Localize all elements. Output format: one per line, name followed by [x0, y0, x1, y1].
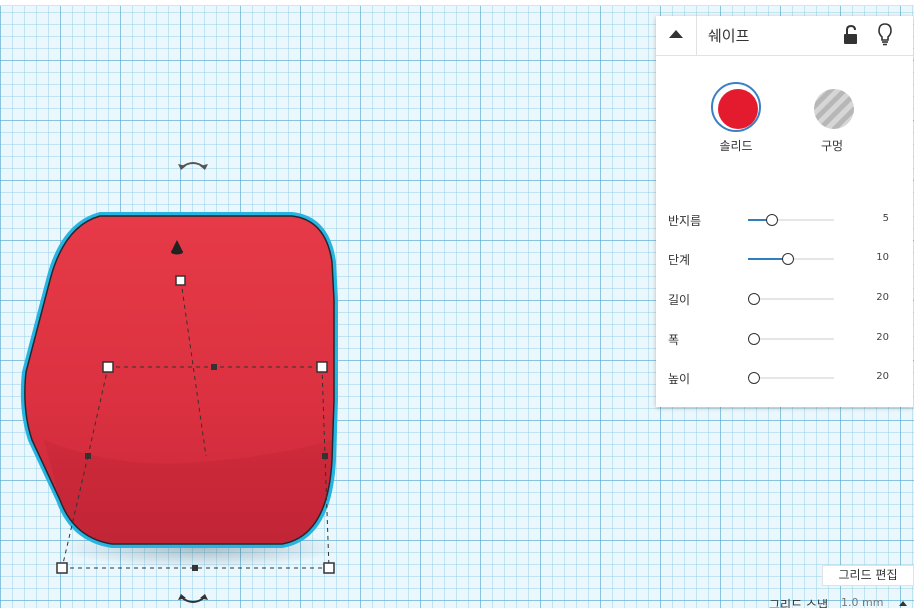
height-slider[interactable]	[748, 372, 834, 384]
triangle-up-icon	[669, 30, 683, 38]
caret-up-icon	[899, 601, 907, 606]
snap-grid-label: 그리드 스냅	[769, 598, 829, 608]
rotate-handle-bottom-icon[interactable]	[178, 594, 208, 603]
shape-properties-panel: 쉐이프 솔리드 구멍 반지름 5 단계 10 길이 20 폭 20 높이 20	[656, 16, 913, 407]
param-value[interactable]: 20	[876, 332, 889, 343]
hole-swatch	[814, 89, 854, 129]
width-slider[interactable]	[748, 333, 834, 345]
length-slider[interactable]	[748, 293, 834, 305]
snap-grid-select[interactable]: 1.0 mm	[841, 596, 913, 608]
panel-header: 쉐이프	[656, 16, 913, 56]
param-label: 길이	[668, 293, 691, 307]
top-center-handle[interactable]	[175, 275, 186, 286]
param-row-height: 높이 20	[656, 368, 913, 388]
hole-button[interactable]: 구멍	[806, 81, 858, 153]
param-value[interactable]: 10	[876, 252, 889, 263]
edge-handle-front[interactable]	[192, 565, 198, 571]
hole-ring	[807, 82, 857, 132]
param-value[interactable]: 5	[883, 213, 889, 224]
param-value[interactable]: 20	[876, 292, 889, 303]
param-row-width: 폭 20	[656, 329, 913, 349]
panel-title: 쉐이프	[708, 27, 750, 45]
edge-handle-left[interactable]	[85, 453, 91, 459]
lock-open-icon[interactable]	[842, 24, 860, 46]
param-value[interactable]: 20	[876, 371, 889, 382]
rotate-handle-top-icon[interactable]	[178, 162, 208, 170]
slider-knob[interactable]	[748, 293, 760, 305]
slider-knob[interactable]	[766, 214, 778, 226]
solid-label: 솔리드	[719, 139, 753, 153]
param-label: 폭	[668, 333, 680, 347]
solid-button[interactable]: 솔리드	[710, 81, 762, 153]
param-row-radius: 반지름 5	[656, 210, 913, 230]
slider-knob[interactable]	[748, 333, 760, 345]
param-label: 높이	[668, 372, 691, 386]
viewport-scene	[20, 162, 340, 603]
corner-handle-front-right[interactable]	[323, 562, 335, 574]
param-row-length: 길이 20	[656, 289, 913, 309]
solid-color-swatch	[718, 89, 758, 129]
snap-grid-value: 1.0 mm	[841, 596, 884, 608]
param-label: 단계	[668, 253, 691, 267]
slider-knob[interactable]	[748, 372, 760, 384]
solid-selected-ring	[711, 82, 761, 132]
hole-label: 구멍	[820, 139, 844, 153]
corner-handle-back-left[interactable]	[102, 361, 114, 373]
corner-handle-front-left[interactable]	[56, 562, 68, 574]
steps-slider[interactable]	[748, 253, 834, 265]
param-label: 반지름	[668, 214, 702, 228]
radius-slider[interactable]	[748, 214, 834, 226]
edge-handle-back[interactable]	[211, 364, 217, 370]
slider-knob[interactable]	[782, 253, 794, 265]
edge-handle-right[interactable]	[322, 453, 328, 459]
edit-grid-button[interactable]: 그리드 편집	[822, 565, 914, 586]
collapse-panel-button[interactable]	[656, 16, 697, 56]
corner-handle-back-right[interactable]	[316, 361, 328, 373]
lightbulb-icon[interactable]	[876, 22, 894, 46]
param-row-steps: 단계 10	[656, 249, 913, 269]
